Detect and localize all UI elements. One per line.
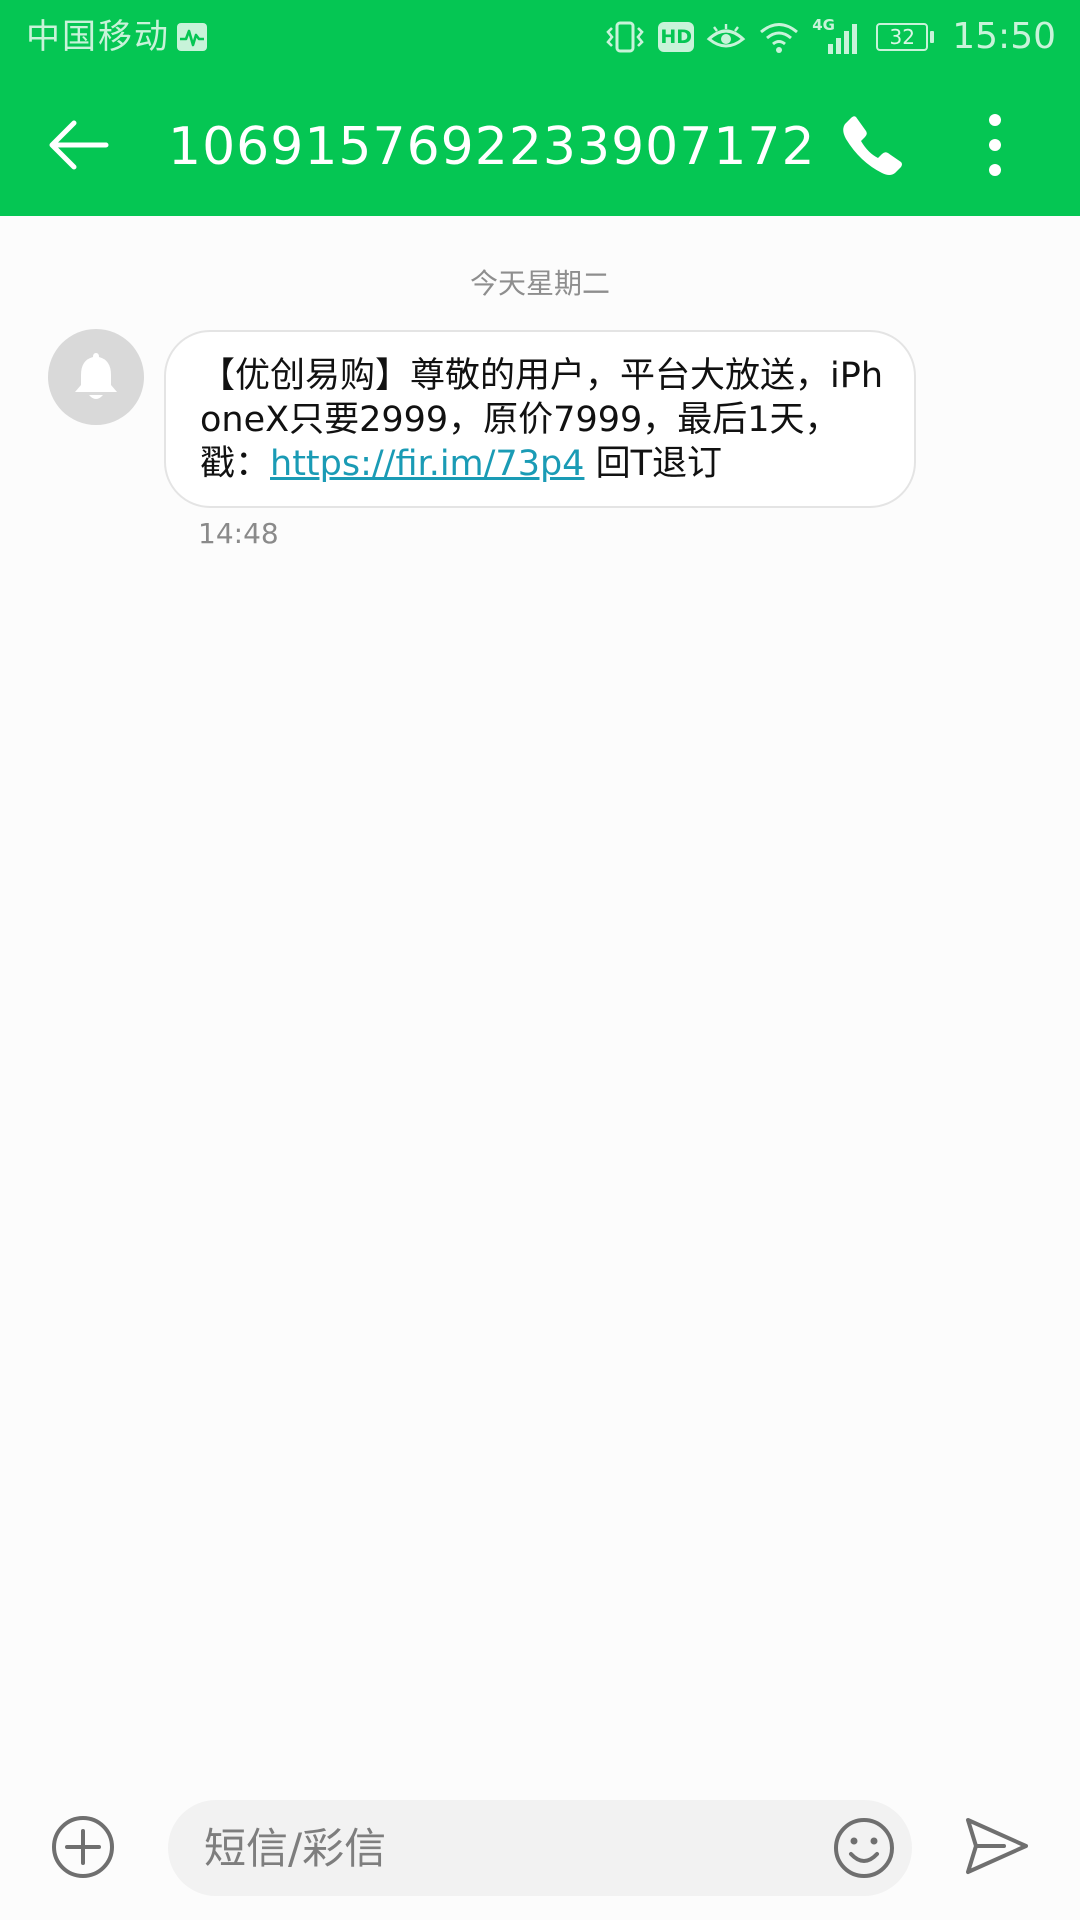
- battery-level: 32: [889, 25, 915, 49]
- cellular-signal-icon: 4G: [812, 16, 864, 56]
- app-bar: 1069157692233907172: [0, 74, 1080, 216]
- phone-icon: [843, 116, 902, 175]
- contact-number-title: 1069157692233907172: [168, 117, 816, 177]
- message-link[interactable]: https://fir.im/73p4: [270, 444, 584, 484]
- more-options-button[interactable]: [970, 110, 1020, 180]
- compose-bar: [0, 1780, 1080, 1920]
- status-icons: HD 4G 32 15:50: [604, 14, 1056, 60]
- bell-icon: [75, 353, 117, 399]
- message-input[interactable]: [204, 1800, 764, 1896]
- carrier-name: 中国移动: [26, 17, 170, 57]
- message-bubble[interactable]: 【优创易购】尊敬的用户，平台大放送，iPhoneX只要2999，原价7999，最…: [164, 330, 916, 508]
- battery-icon: 32: [876, 23, 935, 51]
- message-input-container: [168, 1800, 912, 1896]
- arrow-left-icon: [49, 120, 109, 170]
- sms-conversation-screen: 中国移动 HD 4G 32 15:50 1069157692233907172 …: [0, 0, 1080, 1920]
- attach-button[interactable]: [50, 1814, 116, 1880]
- message-text: 【优创易购】尊敬的用户，平台大放送，iPhoneX只要2999，原价7999，最…: [200, 354, 884, 486]
- vibrate-icon: [606, 21, 644, 53]
- sender-avatar[interactable]: [48, 329, 144, 425]
- back-button[interactable]: [44, 111, 112, 179]
- message-timestamp: 14:48: [198, 517, 279, 550]
- hd-badge-label: HD: [660, 26, 693, 48]
- message-unsubscribe-text: 回T退订: [584, 444, 722, 484]
- date-separator: 今天星期二: [469, 267, 610, 300]
- smiley-icon: [834, 1818, 894, 1878]
- status-bar: 中国移动 HD 4G 32 15:50: [0, 0, 1080, 74]
- more-vertical-icon: [989, 114, 1001, 176]
- hd-icon: HD: [658, 22, 695, 52]
- call-button[interactable]: [840, 113, 904, 177]
- emoji-button[interactable]: [832, 1816, 896, 1880]
- eye-comfort-icon: [706, 24, 746, 48]
- send-button[interactable]: [964, 1816, 1030, 1876]
- plus-circle-icon: [52, 1816, 114, 1878]
- activity-notification-icon: [177, 23, 207, 51]
- status-time: 15:50: [952, 16, 1056, 57]
- send-icon: [966, 1818, 1028, 1874]
- wifi-icon: [760, 23, 799, 53]
